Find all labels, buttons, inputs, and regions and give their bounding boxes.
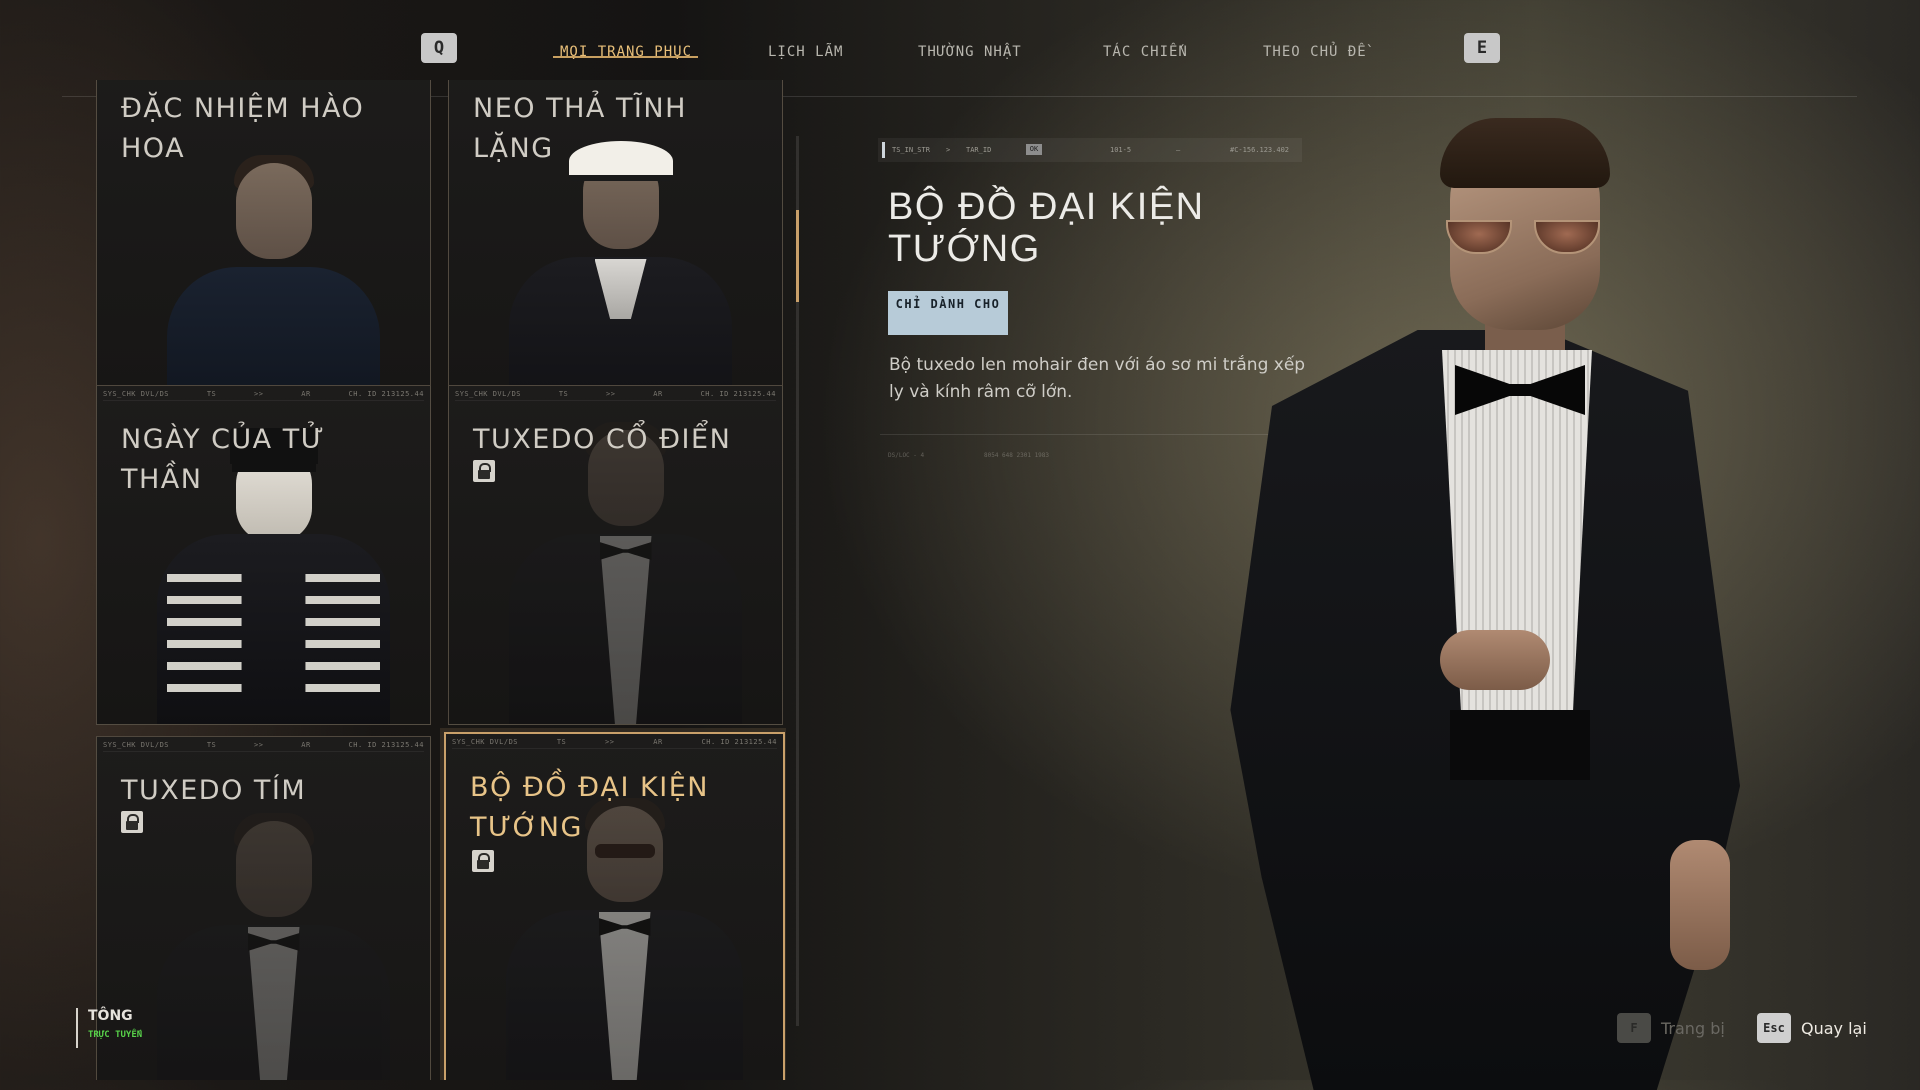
outfit-preview [157, 813, 390, 1080]
back-button[interactable]: Esc Quay lại [1757, 1013, 1867, 1043]
equip-label: Trang bị [1661, 1018, 1725, 1038]
player-name: TÔNG [88, 1008, 133, 1024]
tab-themed[interactable]: THEO CHỦ ĐỀ [1263, 44, 1367, 60]
outfit-card-tuxedo-co-dien[interactable]: SYS_CHK DVL/DS TS >> AR CH. ID 213125.44 TUX… [448, 385, 783, 725]
outfit-title: BỘ ĐỒ ĐẠI KIỆN TƯỚNG [470, 772, 709, 843]
outfit-grid: ĐẶC NHIỆM HÀO HOA NEO THẢ TĨNH LẶNG SYS_… [96, 80, 786, 1080]
back-label: Quay lại [1801, 1018, 1867, 1038]
equip-button[interactable]: F Trang bị [1617, 1013, 1725, 1043]
equip-key: F [1617, 1013, 1651, 1043]
tab-casual[interactable]: THƯỜNG NHẬT [918, 44, 1022, 60]
outfit-card-tuxedo-tim[interactable]: SYS_CHK DVL/DS TS >> AR CH. ID 213125.44 TUX… [96, 736, 431, 1080]
outfit-title: ĐẶC NHIỆM HÀO HOA [121, 93, 365, 164]
lock-icon [472, 850, 494, 872]
detail-micro-code: 8054 648 2301 1983 [984, 452, 1050, 459]
sunglasses-icon [1440, 220, 1610, 256]
tab-formal[interactable]: LỊCH LÃM [768, 44, 843, 60]
card-meta-strip: SYS_CHK DVL/DS TS >> AR CH. ID 213125.44 [103, 390, 424, 401]
outfit-title: NGÀY CỦA TỬ THẦN [121, 424, 326, 495]
tab-tactical[interactable]: TÁC CHIẾN [1103, 44, 1188, 60]
scrollbar-thumb[interactable] [796, 210, 799, 302]
lock-icon [121, 811, 143, 833]
outfit-title: TUXEDO CỔ ĐIỂN [473, 424, 732, 455]
back-key: Esc [1757, 1013, 1791, 1043]
card-meta-strip: SYS_CHK DVL/DS TS >> AR CH. ID 213125.44 [455, 390, 776, 401]
outfit-preview [509, 422, 742, 724]
exclusive-badge: CHỈ DÀNH CHO [888, 291, 1008, 335]
character-model-preview [1200, 110, 1760, 1090]
card-meta-strip: SYS_CHK DVL/DS TS >> AR CH. ID 213125.44 [452, 738, 777, 749]
card-meta-strip: SYS_CHK DVL/DS TS >> AR CH. ID 213125.44 [103, 741, 424, 752]
detail-micro-code: DS/LOC - 4 [888, 452, 925, 459]
next-tab-key[interactable]: E [1464, 33, 1500, 63]
outfit-card-bo-do-dai-kien-tuong[interactable]: SYS_CHK DVL/DS TS >> AR CH. ID 213125.44 BỘ … [444, 732, 785, 1080]
online-status: TRỰC TUYẾN [88, 1030, 143, 1040]
outfit-title: NEO THẢ TĨNH LẶNG [473, 93, 687, 164]
prev-tab-key[interactable]: Q [421, 33, 457, 63]
player-profile: TÔNG TRỰC TUYẾN [76, 1008, 142, 1048]
active-tab-underline [553, 56, 698, 58]
outfit-card-ngay-cua-tu-than[interactable]: SYS_CHK DVL/DS TS >> AR CH. ID 213125.44 NGÀ… [96, 385, 431, 725]
outfit-title: TUXEDO TÍM [121, 775, 307, 806]
lock-icon [473, 460, 495, 482]
